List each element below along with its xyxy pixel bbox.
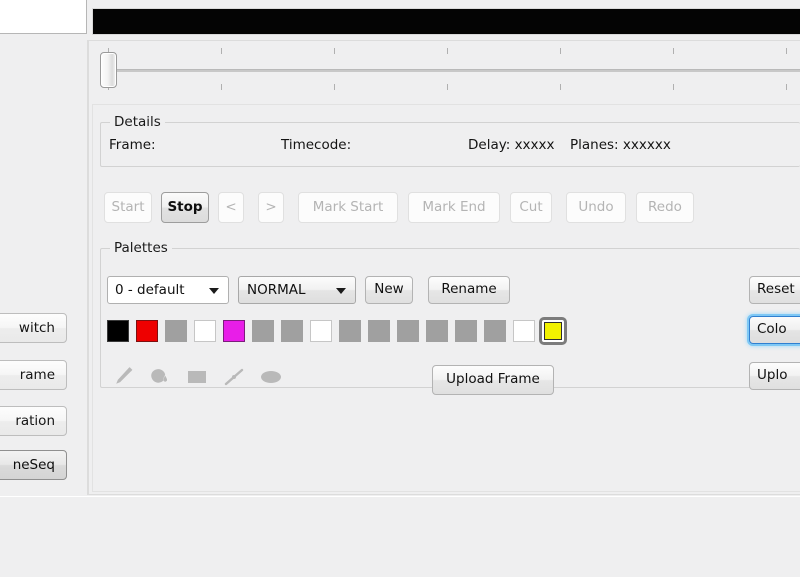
palette-select-value: 0 - default (115, 282, 185, 298)
delay-value: Delay: xxxxx (468, 137, 555, 153)
undo-button[interactable]: Undo (566, 192, 626, 223)
mark-end-button[interactable]: Mark End (408, 192, 500, 223)
reset-button[interactable]: Reset (749, 276, 800, 304)
color-swatch[interactable] (368, 320, 390, 342)
slider-tick (673, 48, 674, 54)
rectangle-icon[interactable] (184, 364, 210, 390)
swatch-slot (397, 320, 419, 342)
chevron-down-icon (336, 288, 346, 294)
slider-tick (447, 84, 448, 90)
slider-groove (106, 69, 800, 72)
color-swatch[interactable] (310, 320, 332, 342)
ellipse-icon[interactable] (258, 364, 284, 390)
frame-preview-bar (92, 8, 800, 35)
color-swatch[interactable] (223, 320, 245, 342)
slider-tick (786, 48, 787, 54)
swatch-slot (310, 320, 332, 342)
swatch-fill (544, 322, 562, 340)
frame-label: Frame: (109, 137, 156, 153)
color-swatch[interactable] (136, 320, 158, 342)
slider-tick (673, 84, 674, 90)
palette-select[interactable]: 0 - default (107, 276, 229, 304)
color-swatch-selected[interactable] (539, 317, 567, 345)
color-swatch[interactable] (455, 320, 477, 342)
slider-tick (560, 84, 561, 90)
prev-frame-button[interactable]: < (218, 192, 244, 223)
slider-tick (221, 84, 222, 90)
swatch-slot (281, 320, 303, 342)
color-swatch[interactable] (252, 320, 274, 342)
upload-button[interactable]: Uplo (749, 362, 800, 390)
color-swatch[interactable] (339, 320, 361, 342)
color-swatch[interactable] (281, 320, 303, 342)
swatch-slot (484, 320, 506, 342)
new-palette-button[interactable]: New (365, 276, 413, 304)
slider-tick (560, 48, 561, 54)
sidebar-button-duration[interactable]: ration (0, 406, 67, 436)
swatch-slot (252, 320, 274, 342)
slider-tick (334, 48, 335, 54)
color-swatch[interactable] (165, 320, 187, 342)
color-swatch[interactable] (107, 320, 129, 342)
swatch-slot (368, 320, 390, 342)
swatch-slot (455, 320, 477, 342)
slider-tick (786, 84, 787, 90)
pencil-icon[interactable] (110, 364, 136, 390)
swatch-slot (339, 320, 361, 342)
swatch-slot (539, 317, 567, 345)
fill-icon[interactable] (147, 364, 173, 390)
color-picker-button[interactable]: Colo (749, 316, 800, 344)
redo-button[interactable]: Redo (636, 192, 694, 223)
planes-value: Planes: xxxxxx (570, 137, 671, 153)
line-icon[interactable] (221, 364, 247, 390)
upload-frame-button[interactable]: Upload Frame (432, 365, 554, 395)
bottom-area (0, 496, 800, 583)
slider-handle[interactable] (100, 52, 117, 88)
palettes-title: Palettes (110, 240, 172, 256)
color-swatch[interactable] (426, 320, 448, 342)
details-groupbox: Details Frame: Timecode: Delay: xxxxx Pl… (100, 114, 800, 167)
swatch-slot (136, 320, 158, 342)
stop-button[interactable]: Stop (161, 192, 209, 223)
chevron-down-icon (209, 288, 219, 294)
start-button[interactable]: Start (104, 192, 152, 223)
swatch-slot (107, 320, 129, 342)
mark-start-button[interactable]: Mark Start (298, 192, 398, 223)
color-swatch[interactable] (397, 320, 419, 342)
blend-mode-value: NORMAL (247, 282, 306, 298)
timecode-label: Timecode: (281, 137, 352, 153)
slider-tick (447, 48, 448, 54)
rename-palette-button[interactable]: Rename (428, 276, 510, 304)
window-bottom-edge (0, 577, 800, 583)
sidebar-button-frame-seq[interactable]: neSeq (0, 450, 67, 480)
details-title: Details (110, 114, 165, 130)
cut-button[interactable]: Cut (510, 192, 552, 223)
slider-tick (334, 84, 335, 90)
swatch-slot (426, 320, 448, 342)
swatch-slot (513, 320, 535, 342)
color-swatch[interactable] (484, 320, 506, 342)
details-row: Frame: Timecode: Delay: xxxxx Planes: xx… (106, 137, 800, 159)
sidebar-button-frame[interactable]: rame (0, 360, 67, 390)
next-frame-button[interactable]: > (258, 192, 284, 223)
top-left-panel-stub (0, 0, 87, 34)
color-swatch[interactable] (194, 320, 216, 342)
swatch-slot (223, 320, 245, 342)
slider-tick (221, 48, 222, 54)
frame-slider[interactable] (96, 44, 800, 96)
blend-mode-select[interactable]: NORMAL (238, 276, 356, 304)
app-window: Details Frame: Timecode: Delay: xxxxx Pl… (0, 0, 800, 583)
swatch-slot (194, 320, 216, 342)
color-swatch[interactable] (513, 320, 535, 342)
sidebar-button-switch[interactable]: witch (0, 313, 67, 343)
swatch-slot (165, 320, 187, 342)
